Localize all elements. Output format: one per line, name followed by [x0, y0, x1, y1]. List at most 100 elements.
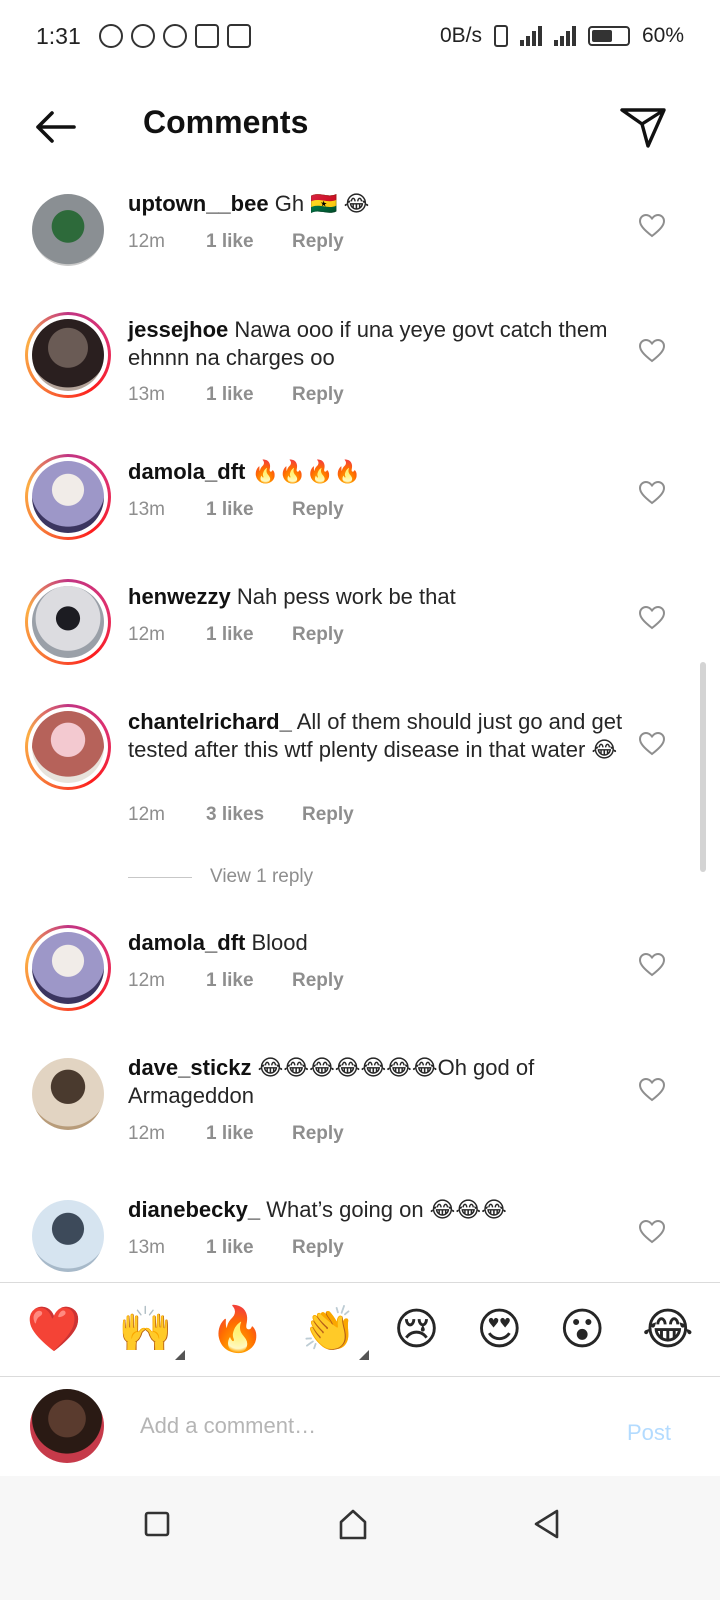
reply-button[interactable]: Reply: [292, 231, 344, 253]
network-speed: 0B/s: [439, 24, 482, 47]
comment-time: 12m: [128, 231, 165, 252]
avatar[interactable]: [32, 1058, 104, 1130]
fire-emoji-button[interactable]: 🔥: [210, 1307, 265, 1352]
vibrate-icon: [493, 25, 508, 47]
comment-text: Nah pess work be that: [236, 584, 456, 609]
heart-icon[interactable]: [639, 953, 665, 977]
comment-username[interactable]: jessejhoe: [128, 317, 228, 342]
comment-meta: 13m 1 like Reply: [128, 1237, 344, 1259]
surprised-emoji-button[interactable]: 😮: [559, 1307, 605, 1352]
comment-text-block: damola_dft Blood: [128, 929, 628, 957]
recent-apps-icon[interactable]: [137, 1504, 177, 1544]
p-app-icon: [162, 24, 187, 48]
comment-username[interactable]: henwezzy: [128, 584, 231, 609]
signal-icon: [519, 26, 542, 46]
heart-emoji-button[interactable]: ❤️: [26, 1307, 81, 1352]
heart-icon[interactable]: [639, 606, 665, 630]
reply-divider: [128, 876, 192, 878]
comment-likes[interactable]: 1 like: [206, 1237, 292, 1259]
laughing-emoji-button[interactable]: 😂: [642, 1307, 693, 1352]
reply-button[interactable]: Reply: [302, 804, 354, 826]
comment-time: 12m: [128, 1123, 165, 1144]
comment-meta: 13m 1 like Reply: [128, 499, 344, 521]
comment-text: Blood: [251, 930, 308, 955]
battery-icon: [587, 26, 630, 46]
comment-username[interactable]: uptown__bee: [128, 191, 269, 216]
comment-meta: 12m 1 like Reply: [128, 970, 344, 992]
heart-eyes-emoji-button[interactable]: 😍: [476, 1307, 522, 1352]
avatar[interactable]: [25, 579, 111, 665]
paper-plane-icon: [620, 108, 666, 148]
comment-username[interactable]: damola_dft: [128, 459, 245, 484]
avatar[interactable]: [32, 194, 104, 266]
comment-username[interactable]: chantelrichard_: [128, 709, 292, 734]
comment-meta: 12m 1 like Reply: [128, 1123, 344, 1145]
reply-button[interactable]: Reply: [292, 384, 344, 406]
comment-text-block: henwezzy Nah pess work be that: [128, 583, 628, 611]
view-replies-button[interactable]: View 1 reply: [128, 866, 313, 888]
comment-input[interactable]: [140, 1408, 600, 1444]
heart-icon[interactable]: [639, 214, 665, 238]
skin-tone-indicator-icon: [175, 1349, 186, 1360]
battery-percent: 60%: [641, 24, 684, 47]
heart-icon[interactable]: [639, 339, 665, 363]
skin-tone-indicator-icon: [358, 1349, 369, 1360]
home-icon[interactable]: [333, 1504, 373, 1544]
status-bar: 1:31 0B/s 60%: [0, 0, 720, 72]
system-nav-bar: [0, 1476, 720, 1600]
raised-hands-emoji: 🙌: [118, 1303, 174, 1355]
avatar[interactable]: [25, 704, 111, 790]
comment-likes[interactable]: 1 like: [206, 231, 292, 253]
reply-button[interactable]: Reply: [292, 1237, 344, 1259]
heart-icon[interactable]: [639, 732, 665, 756]
comment-likes[interactable]: 1 like: [206, 499, 292, 521]
share-button[interactable]: [618, 102, 668, 152]
comment-meta: 13m 1 like Reply: [128, 384, 344, 406]
avatar[interactable]: [25, 925, 111, 1011]
reply-button[interactable]: Reply: [292, 1123, 344, 1145]
clapping-emoji-button[interactable]: 👏: [302, 1307, 369, 1360]
comment-composer: Post: [0, 1378, 720, 1476]
reply-button[interactable]: Reply: [292, 624, 344, 646]
reply-button[interactable]: Reply: [292, 499, 344, 521]
comment-time: 13m: [128, 499, 165, 520]
comment-meta: 12m 1 like Reply: [128, 624, 344, 646]
my-avatar: [30, 1389, 104, 1463]
comment-text-block: dianebecky_ What’s going on 😂😂😂: [128, 1196, 628, 1224]
post-button[interactable]: Post: [627, 1420, 671, 1446]
comment-meta: 12m 3 likes Reply: [128, 804, 354, 826]
avatar[interactable]: [25, 312, 111, 398]
comment-username[interactable]: dave_stickz: [128, 1055, 252, 1080]
comment-text-block: dave_stickz 😂😂😂😂😂😂😂Oh god of Armageddon: [128, 1054, 628, 1110]
comment-text-block: damola_dft 🔥🔥🔥🔥: [128, 458, 628, 486]
comment-text: 🔥🔥🔥🔥: [251, 459, 362, 484]
comment-text-block: jessejhoe Nawa ooo if una yeye govt catc…: [128, 316, 628, 372]
back-button[interactable]: [30, 102, 80, 152]
comment-likes[interactable]: 1 like: [206, 624, 292, 646]
comment-likes[interactable]: 1 like: [206, 1123, 292, 1145]
comment-time: 12m: [128, 804, 165, 825]
back-nav-icon[interactable]: [527, 1504, 567, 1544]
gallery-icon: [194, 24, 219, 48]
clapping-emoji: 👏: [301, 1303, 357, 1355]
raised-hands-emoji-button[interactable]: 🙌: [118, 1307, 186, 1360]
tiktok-icon: [98, 24, 123, 48]
comment-username[interactable]: dianebecky_: [128, 1197, 260, 1222]
view-replies-label: View 1 reply: [210, 866, 314, 887]
heart-icon[interactable]: [639, 1220, 665, 1244]
comment-username[interactable]: damola_dft: [128, 930, 245, 955]
arrow-left-icon: [36, 111, 76, 143]
header: Comments: [0, 72, 720, 182]
comment-text: What’s going on 😂😂😂: [266, 1197, 507, 1222]
heart-icon[interactable]: [639, 481, 665, 505]
crying-emoji-button[interactable]: 😢: [394, 1307, 440, 1352]
heart-icon[interactable]: [639, 1078, 665, 1102]
comment-likes[interactable]: 1 like: [206, 970, 292, 992]
comment-likes[interactable]: 3 likes: [206, 804, 302, 826]
comment-likes[interactable]: 1 like: [206, 384, 292, 406]
avatar[interactable]: [25, 454, 111, 540]
avatar[interactable]: [32, 1200, 104, 1272]
scrollbar[interactable]: [700, 662, 706, 872]
page-title: Comments: [143, 104, 309, 140]
reply-button[interactable]: Reply: [292, 970, 344, 992]
